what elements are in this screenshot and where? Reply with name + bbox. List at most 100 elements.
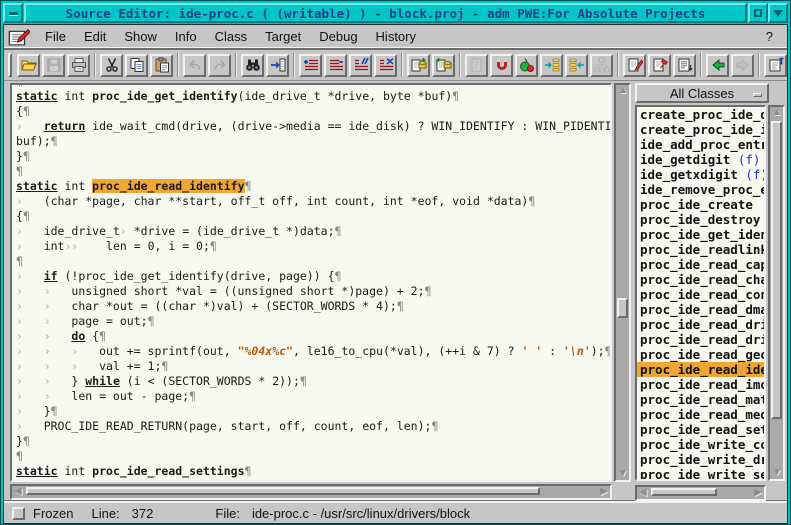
code-line[interactable]: › › › out += sprintf(out, "%04x%c", le16… — [16, 344, 610, 359]
class-list-item[interactable]: create_proc_ide_drives — [637, 107, 764, 122]
class-list-item[interactable]: proc_ide_destroy — [637, 212, 764, 227]
scroll-right-icon[interactable]: ▶ — [754, 488, 762, 498]
menu-history[interactable]: History — [367, 27, 425, 46]
back-button[interactable] — [706, 54, 729, 77]
uncomment-button[interactable] — [374, 54, 397, 77]
shade-button[interactable] — [768, 3, 788, 23]
class-list-item[interactable]: ide_add_proc_entries — [637, 137, 764, 152]
code-line[interactable]: › PROC_IDE_READ_RETURN(page, start, off,… — [16, 419, 610, 434]
comment-button[interactable] — [349, 54, 372, 77]
menu-info[interactable]: Info — [166, 27, 206, 46]
code-line[interactable]: › int›› len = 0, i = 0;¶ — [16, 239, 610, 254]
toolbar-grip[interactable] — [8, 53, 12, 77]
goto-button[interactable] — [266, 54, 289, 77]
menu-debug[interactable]: Debug — [310, 27, 366, 46]
class-list-item[interactable]: proc_ide_write_driver — [637, 452, 764, 467]
maximize-button[interactable] — [748, 3, 768, 23]
code-line[interactable]: › ide_drive_t› *drive = (ide_drive_t *)d… — [16, 224, 610, 239]
class-list-item[interactable]: ide_getxdigit (f) — [637, 167, 764, 182]
scroll-up-icon[interactable]: ▲ — [772, 108, 782, 118]
find-button[interactable] — [241, 54, 264, 77]
frozen-toggle[interactable] — [12, 507, 25, 520]
list-vscroll-thumb[interactable] — [771, 121, 782, 419]
magnet-button[interactable] — [490, 54, 513, 77]
code-editor[interactable]: ¶ static int proc_ide_get_identify(ide_dr… — [10, 83, 612, 482]
list-hscroll-thumb[interactable] — [651, 488, 717, 496]
editor-hscroll-thumb[interactable] — [26, 487, 540, 495]
collapse-all-button[interactable] — [565, 54, 588, 77]
class-list-item[interactable]: proc_ide_write_settings — [637, 467, 764, 481]
shift-left-button[interactable] — [324, 54, 347, 77]
code-line[interactable]: }¶ — [16, 149, 610, 164]
code-line[interactable]: ¶ — [16, 254, 610, 269]
class-list-item[interactable]: proc_ide_read_channel — [637, 272, 764, 287]
code-line[interactable]: › › len = out - page;¶ — [16, 389, 610, 404]
code-line[interactable]: › › } while (i < (SECTOR_WORDS * 2));¶ — [16, 374, 610, 389]
code-line[interactable]: {¶ — [16, 104, 610, 119]
code-line[interactable]: › (char *page, char **start, off_t off, … — [16, 194, 610, 209]
editor-horizontal-scrollbar[interactable]: ◀ ▶ — [10, 484, 612, 500]
code-line[interactable]: ¶ — [16, 164, 610, 179]
code-line[interactable]: {¶ — [16, 209, 610, 224]
scroll-down-icon[interactable]: ▼ — [772, 468, 782, 478]
class-list-item[interactable]: proc_ide_create — [637, 197, 764, 212]
cut-button[interactable] — [100, 54, 123, 77]
class-list-item[interactable]: proc_ide_read_media — [637, 407, 764, 422]
code-line[interactable]: › }¶ — [16, 404, 610, 419]
menu-help[interactable]: ? — [758, 27, 781, 46]
list-horizontal-scrollbar[interactable]: ◀ ▶ — [635, 485, 766, 501]
class-list-item[interactable]: ide_getdigit (f) — [637, 152, 764, 167]
class-list-item[interactable]: proc_ide_read_imodel — [637, 377, 764, 392]
code-line[interactable]: static int proc_ide_get_identify(ide_dri… — [16, 89, 610, 104]
menu-show[interactable]: Show — [115, 27, 166, 46]
settings-button[interactable] — [764, 54, 787, 77]
scroll-up-icon[interactable]: ▲ — [618, 86, 628, 96]
class-list-item[interactable]: proc_ide_read_mate — [637, 392, 764, 407]
code-line[interactable]: static int proc_ide_read_settings¶ — [16, 464, 610, 479]
class-list-item[interactable]: proc_ide_read_settings — [637, 422, 764, 437]
editor-vscroll-thumb[interactable] — [617, 298, 628, 318]
edit-source-button[interactable] — [623, 54, 646, 77]
class-list-item[interactable]: proc_ide_read_geometry — [637, 347, 764, 362]
menu-target[interactable]: Target — [256, 27, 310, 46]
compile-button[interactable] — [648, 54, 671, 77]
code-line[interactable]: ¶ — [16, 449, 610, 464]
expand-all-button[interactable] — [540, 54, 563, 77]
code-line[interactable]: › › char *out = ((char *)val) + (SECTOR_… — [16, 299, 610, 314]
load-file-button[interactable] — [407, 54, 430, 77]
paste-button[interactable] — [150, 54, 173, 77]
code-line[interactable]: › › page = out;¶ — [16, 314, 610, 329]
window-menu-button[interactable] — [3, 3, 23, 23]
class-list-item[interactable]: proc_ide_get_identify — [637, 227, 764, 242]
code-line[interactable]: › › unsigned short *val = ((unsigned sho… — [16, 284, 610, 299]
class-list-item[interactable]: proc_ide_write_config — [637, 437, 764, 452]
code-line[interactable]: }¶ — [16, 434, 610, 449]
class-list-item[interactable]: create_proc_ide_interfaces — [637, 122, 764, 137]
menu-file[interactable]: File — [36, 27, 75, 46]
pane-divider[interactable] — [632, 83, 634, 501]
file-list-button[interactable] — [673, 54, 696, 77]
scroll-left-icon[interactable]: ◀ — [14, 487, 22, 497]
code-line[interactable]: › › do {¶ — [16, 329, 610, 344]
class-list-item[interactable]: proc_ide_read_driver — [637, 317, 764, 332]
class-list-item[interactable]: ide_remove_proc_entries — [637, 182, 764, 197]
code-line[interactable]: › › › val += 1;¶ — [16, 359, 610, 374]
class-list-item[interactable]: proc_ide_read_dmainfo — [637, 302, 764, 317]
editor-vertical-scrollbar[interactable]: ▲ ▼ — [614, 83, 631, 482]
menu-class[interactable]: Class — [206, 27, 257, 46]
code-line[interactable]: buf);¶ — [16, 134, 610, 149]
open-button[interactable] — [17, 54, 40, 77]
class-list-item-selected[interactable]: proc_ide_read_identify — [637, 362, 764, 377]
code-line[interactable]: › return ide_wait_cmd(drive, (drive->med… — [16, 119, 610, 134]
scroll-left-icon[interactable]: ◀ — [639, 488, 647, 498]
paint-button[interactable] — [515, 54, 538, 77]
print-button[interactable] — [67, 54, 90, 77]
unload-file-button[interactable] — [432, 54, 455, 77]
class-list-item[interactable]: proc_ide_read_config — [637, 287, 764, 302]
code-line[interactable]: static int proc_ide_read_identify¶ — [16, 179, 610, 194]
copy-button[interactable] — [125, 54, 148, 77]
class-list-item[interactable]: proc_ide_read_capacity — [637, 257, 764, 272]
shift-right-button[interactable] — [299, 54, 322, 77]
scroll-right-icon[interactable]: ▶ — [600, 487, 608, 497]
class-filter-dropdown[interactable]: All Classes — [635, 83, 769, 103]
